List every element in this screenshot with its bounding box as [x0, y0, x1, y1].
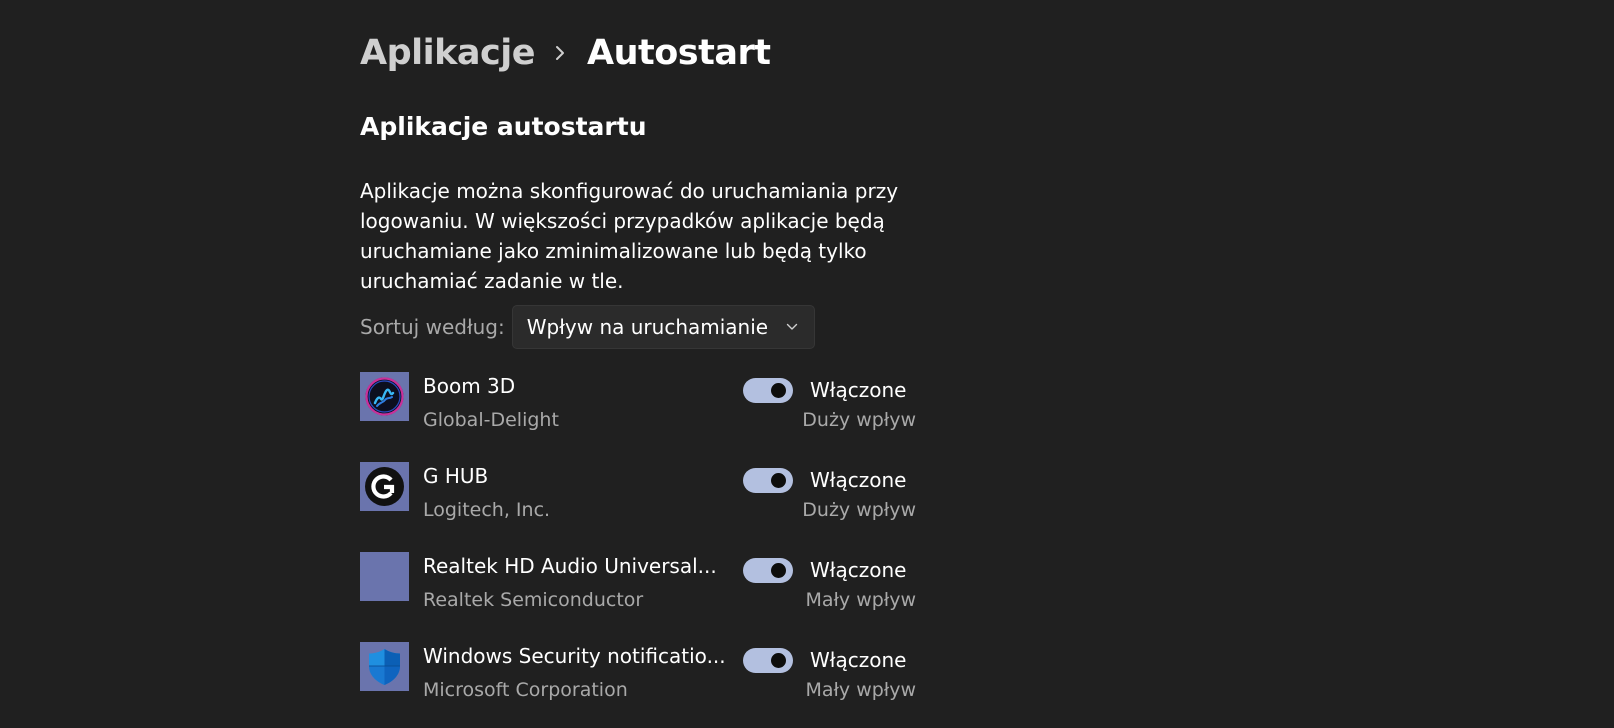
windows-security-shield-icon [360, 642, 409, 691]
app-publisher: Realtek Semiconductor [423, 589, 644, 611]
startup-impact: Duży wpływ [802, 499, 916, 521]
startup-impact: Duży wpływ [802, 409, 916, 431]
startup-impact: Mały wpływ [805, 679, 916, 701]
toggle-status-label: Włączone [810, 648, 907, 672]
settings-page: Aplikacje Autostart Aplikacje autostartu… [0, 0, 1614, 728]
realtek-placeholder-icon [360, 552, 409, 601]
logitech-g-icon [360, 462, 409, 511]
description-line: uruchamiać zadanie w tle. [360, 269, 624, 293]
startup-app-row: Boom 3D Global-Delight Włączone Duży wpł… [360, 370, 920, 460]
section-title: Aplikacje autostartu [360, 112, 647, 141]
sort-label: Sortuj według: [360, 315, 505, 339]
app-name: G HUB [423, 464, 489, 488]
toggle-knob [771, 383, 786, 398]
startup-toggle[interactable] [743, 378, 793, 403]
app-publisher: Global-Delight [423, 409, 559, 431]
toggle-knob [771, 473, 786, 488]
app-publisher: Microsoft Corporation [423, 679, 628, 701]
app-publisher: Logitech, Inc. [423, 499, 551, 521]
app-name: Realtek HD Audio Universal... [423, 554, 717, 578]
toggle-status-label: Włączone [810, 468, 907, 492]
app-name: Boom 3D [423, 374, 516, 398]
startup-app-row: Windows Security notificatio... Microsof… [360, 640, 920, 728]
startup-app-list: Boom 3D Global-Delight Włączone Duży wpł… [360, 370, 920, 728]
description-line: Aplikacje można skonfigurować do urucham… [360, 179, 899, 203]
startup-toggle[interactable] [743, 648, 793, 673]
sort-dropdown-value: Wpływ na uruchamianie [526, 315, 769, 339]
boom-3d-icon [360, 372, 409, 421]
toggle-status-label: Włączone [810, 558, 907, 582]
breadcrumb-apps-link[interactable]: Aplikacje [360, 33, 536, 73]
startup-toggle[interactable] [743, 468, 793, 493]
chevron-right-icon [555, 45, 565, 61]
sort-row: Sortuj według: Wpływ na uruchamianie [360, 305, 816, 349]
sort-dropdown[interactable]: Wpływ na uruchamianie [511, 305, 816, 349]
description-line: uruchamiane jako zminimalizowane lub będ… [360, 239, 867, 263]
page-title: Autostart [587, 33, 771, 73]
startup-app-row: Realtek HD Audio Universal... Realtek Se… [360, 550, 920, 640]
chevron-down-icon [786, 323, 798, 331]
startup-impact: Mały wpływ [805, 589, 916, 611]
startup-toggle[interactable] [743, 558, 793, 583]
toggle-knob [771, 563, 786, 578]
toggle-knob [771, 653, 786, 668]
section-description: Aplikacje można skonfigurować do urucham… [360, 176, 920, 296]
startup-app-row: G HUB Logitech, Inc. Włączone Duży wpływ [360, 460, 920, 550]
description-line: logowaniu. W większości przypadków aplik… [360, 209, 885, 233]
breadcrumb: Aplikacje Autostart [360, 33, 771, 73]
app-name: Windows Security notificatio... [423, 644, 726, 668]
toggle-status-label: Włączone [810, 378, 907, 402]
